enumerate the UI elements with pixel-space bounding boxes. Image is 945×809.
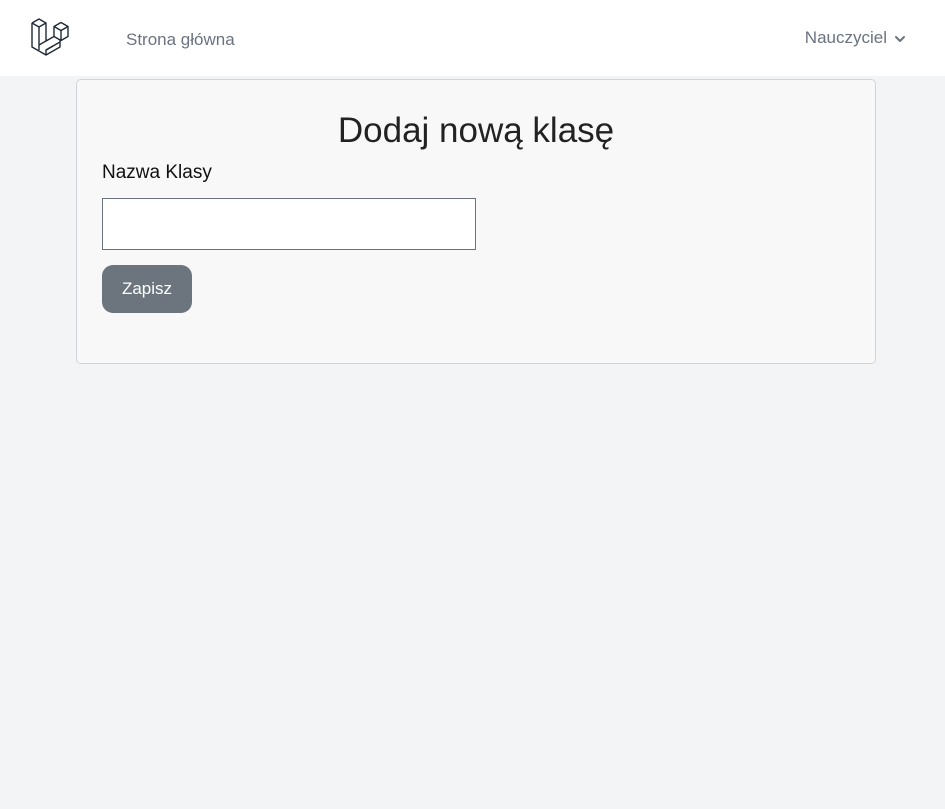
laravel-logo-icon[interactable]	[29, 17, 71, 59]
class-name-label: Nazwa Klasy	[102, 162, 212, 183]
page-title: Dodaj nową klasę	[337, 111, 615, 150]
nav-home-link[interactable]: Strona główna	[126, 30, 235, 50]
top-navbar: Strona główna Nauczyciel	[0, 0, 945, 77]
user-dropdown[interactable]: Nauczyciel	[805, 28, 907, 48]
add-class-card: Dodaj nową klasę Nazwa Klasy Zapisz	[76, 79, 876, 364]
save-button[interactable]: Zapisz	[102, 265, 192, 313]
user-menu-label: Nauczyciel	[804, 28, 887, 47]
class-name-input[interactable]	[102, 198, 476, 250]
chevron-down-icon	[893, 31, 907, 45]
